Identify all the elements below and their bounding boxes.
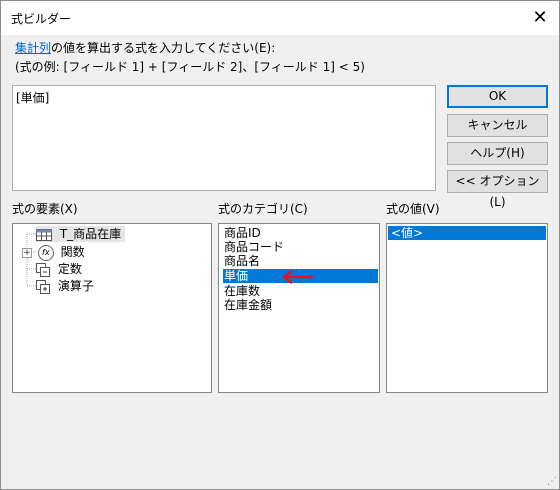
- tree-item-constants[interactable]: 定数: [36, 261, 82, 277]
- tree-item-functions[interactable]: + fx 関数: [22, 244, 85, 261]
- field-link[interactable]: 集計列: [15, 41, 51, 55]
- tree-item-label: 関数: [60, 245, 85, 259]
- instruction-text: の値を算出する式を入力してください(E):: [51, 41, 276, 55]
- categories-label: 式のカテゴリ(C): [218, 202, 308, 216]
- operator-icon: [36, 279, 50, 294]
- red-arrow-annotation: [281, 270, 313, 284]
- expression-value: [単価]: [16, 91, 50, 105]
- values-list[interactable]: <値>: [386, 223, 548, 393]
- category-item[interactable]: 商品ID: [223, 226, 378, 240]
- category-item[interactable]: 在庫金額: [223, 298, 378, 312]
- function-icon: fx: [37, 244, 54, 261]
- expression-input[interactable]: [単価]: [12, 85, 436, 191]
- title-bar: 式ビルダー ✕: [1, 1, 559, 35]
- elements-tree[interactable]: T_商品在庫 + fx 関数 定数 演算子: [12, 223, 212, 393]
- value-item-selected[interactable]: <値>: [388, 226, 546, 240]
- constant-icon: [36, 262, 50, 277]
- tree-item-table[interactable]: T_商品在庫: [36, 226, 126, 242]
- tree-item-operators[interactable]: 演算子: [36, 278, 94, 294]
- elements-label: 式の要素(X): [12, 202, 78, 216]
- expand-icon[interactable]: +: [22, 247, 32, 258]
- example-text: (式の例: [フィールド 1] + [フィールド 2]、[フィールド 1] < …: [15, 60, 365, 74]
- ok-button[interactable]: OK: [447, 85, 548, 108]
- tree-item-label: 定数: [57, 262, 82, 276]
- cancel-button[interactable]: キャンセル: [447, 114, 548, 137]
- instruction-line: 集計列の値を算出する式を入力してください(E):: [15, 39, 275, 56]
- close-icon[interactable]: ✕: [529, 7, 551, 29]
- table-icon: [36, 228, 52, 241]
- category-item[interactable]: 商品コード: [223, 240, 378, 254]
- help-button[interactable]: ヘルプ(H): [447, 142, 548, 165]
- values-label: 式の値(V): [386, 202, 440, 216]
- tree-item-label: T_商品在庫: [59, 227, 122, 241]
- category-item[interactable]: 在庫数: [223, 284, 378, 298]
- options-button[interactable]: << オプション(L): [447, 170, 548, 209]
- tree-item-label: 演算子: [57, 279, 94, 293]
- window-title: 式ビルダー: [11, 12, 72, 26]
- category-item[interactable]: 商品名: [223, 254, 378, 268]
- expression-builder-dialog: 式ビルダー ✕ 集計列の値を算出する式を入力してください(E): (式の例: […: [0, 0, 560, 490]
- categories-list[interactable]: 商品ID 商品コード 商品名 単価 在庫数 在庫金額: [218, 223, 380, 393]
- resize-grip[interactable]: ⋰: [547, 476, 557, 487]
